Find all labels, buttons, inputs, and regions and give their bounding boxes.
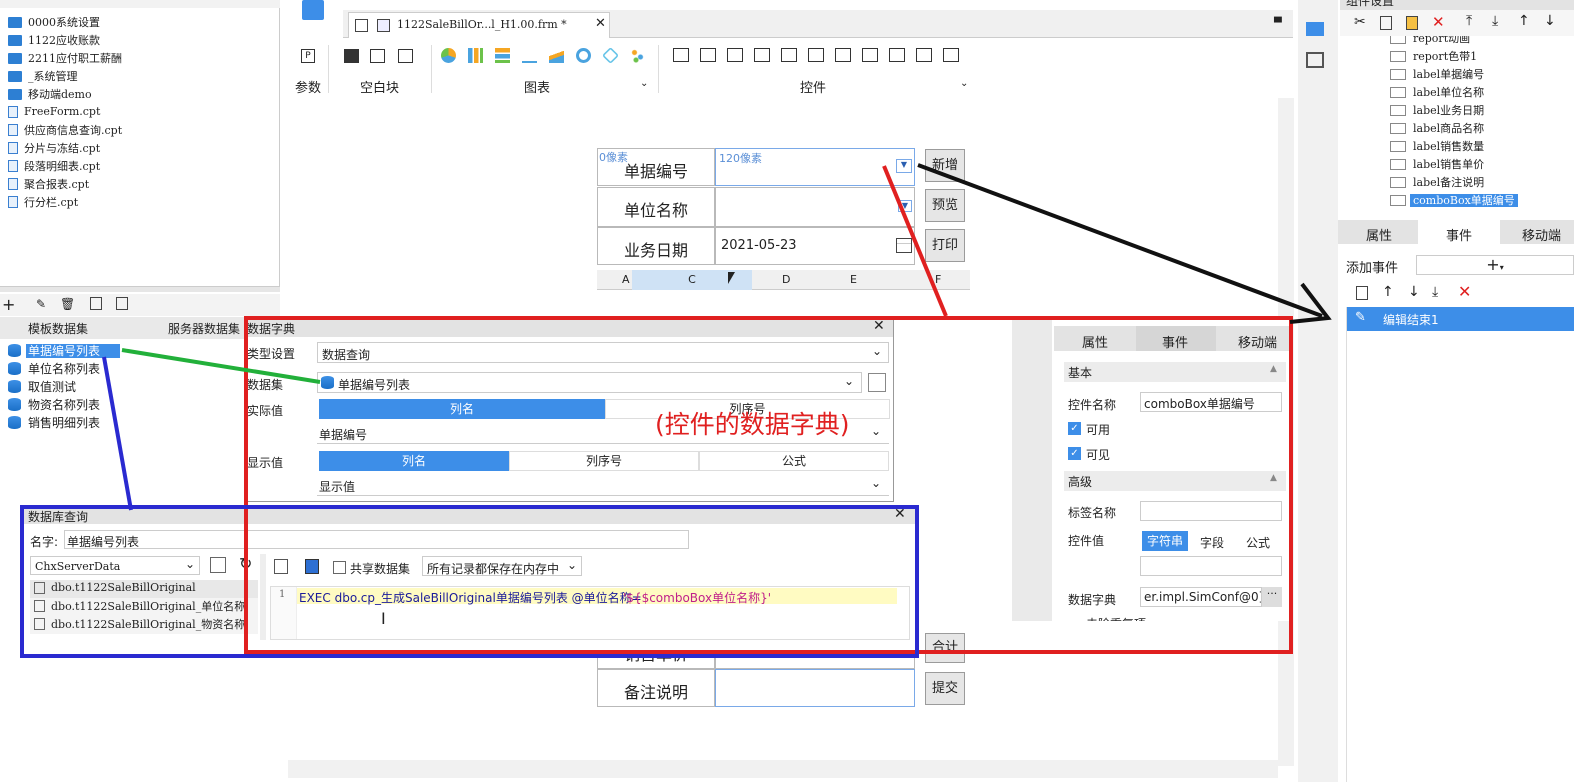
red-annotation-box	[244, 316, 1293, 654]
green-connector	[121, 348, 321, 384]
black-arrow-line	[917, 163, 1323, 318]
form-widget-icon[interactable]	[781, 48, 797, 62]
grid-widget-icon[interactable]	[808, 48, 824, 62]
blue-annotation-box	[20, 505, 919, 658]
combobox-widget-icon[interactable]	[754, 48, 770, 62]
annotation-overlay	[20, 163, 1332, 658]
radio-widget-icon[interactable]	[889, 48, 905, 62]
checkbox-widget-icon[interactable]	[916, 48, 932, 62]
red-connector	[882, 165, 948, 317]
textbox-icon[interactable]	[673, 48, 689, 62]
search-widget-icon[interactable]	[943, 48, 959, 62]
button-widget-icon[interactable]	[727, 48, 743, 62]
blue-connector	[102, 356, 133, 511]
textarea-widget-icon[interactable]	[862, 48, 878, 62]
black-arrow-head	[1289, 282, 1332, 324]
number-widget-icon[interactable]	[835, 48, 851, 62]
label-widget-icon[interactable]	[700, 48, 716, 62]
